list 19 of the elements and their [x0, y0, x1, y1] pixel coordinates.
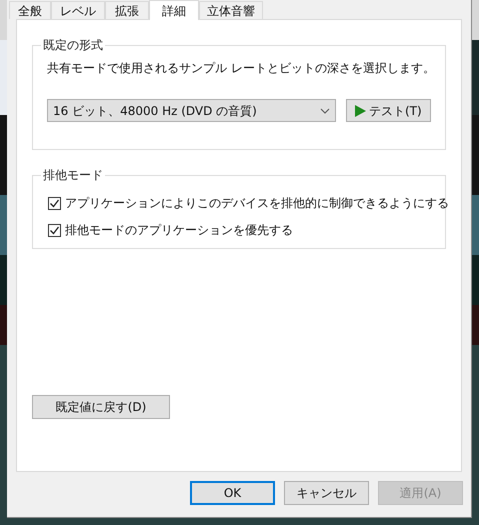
checkbox-label: 排他モードのアプリケーションを優先する [65, 222, 293, 239]
tab[interactable]: 詳細 [149, 0, 199, 20]
description-text: 共有モードで使用されるサンプル レートとビットの深さを選択します。 [47, 60, 431, 76]
format-dropdown[interactable]: 16 ビット、48000 Hz (DVD の音質) [47, 99, 336, 122]
tab[interactable]: 拡張 [105, 1, 149, 19]
checkbox[interactable] [48, 224, 61, 236]
ok-button[interactable]: OK [190, 481, 275, 505]
checkbox[interactable] [48, 196, 61, 210]
play-icon [354, 104, 366, 116]
tab[interactable]: 立体音響 [199, 1, 263, 19]
tab[interactable]: 全般 [9, 1, 51, 19]
restore-defaults-button[interactable]: 既定値に戻す(D) [32, 395, 170, 419]
cancel-button[interactable]: キャンセル [284, 481, 369, 505]
checkbox-label: アプリケーションによりこのデバイスを排他的に制御できるようにする [65, 195, 449, 212]
test-button[interactable]: テスト(T) [346, 99, 431, 122]
group-title: 排他モード [41, 167, 105, 183]
chevron-down-icon [320, 108, 330, 114]
group-title: 既定の形式 [41, 37, 105, 53]
tab[interactable]: レベル [51, 1, 105, 19]
